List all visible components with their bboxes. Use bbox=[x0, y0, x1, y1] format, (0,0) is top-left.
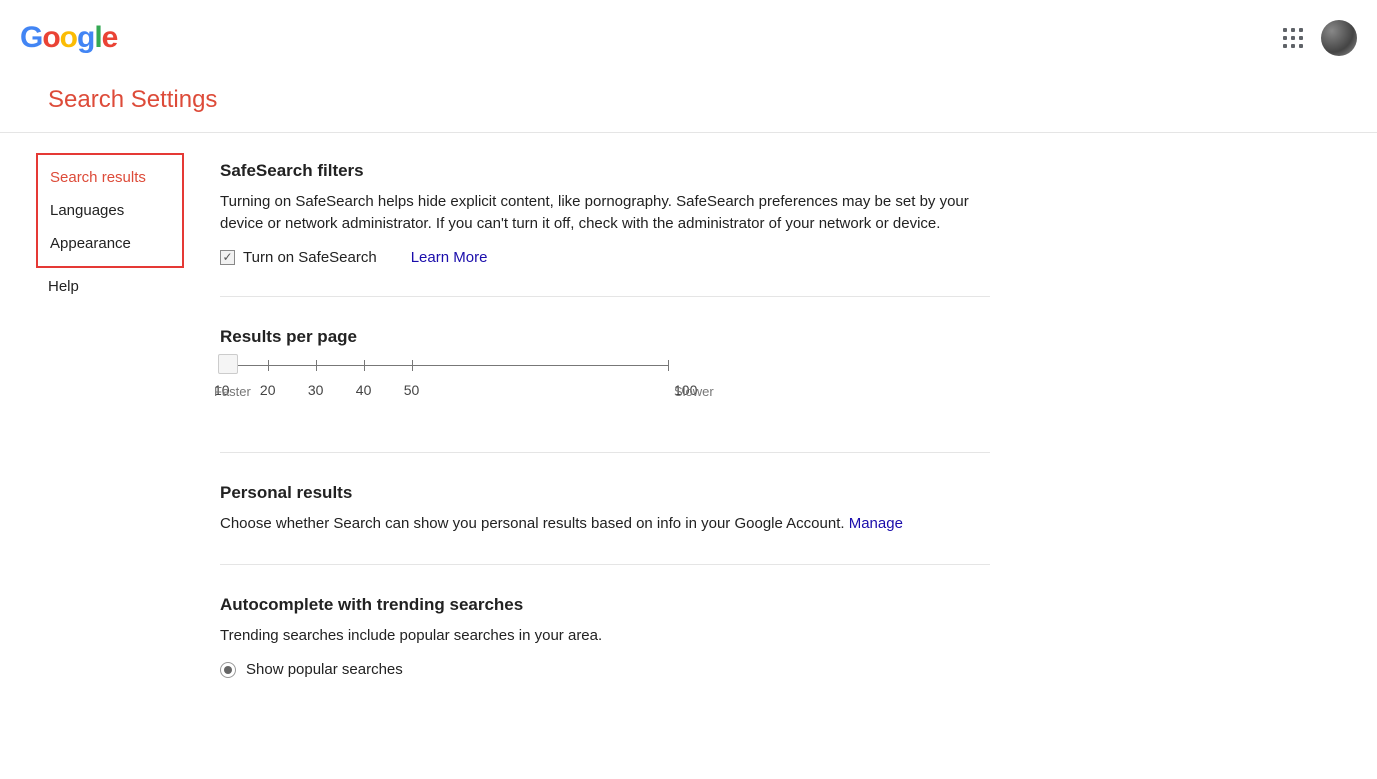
tick-20: 20 bbox=[260, 382, 276, 398]
section-safesearch-title: SafeSearch filters bbox=[220, 161, 990, 181]
tick-30: 30 bbox=[308, 382, 324, 398]
slower-label: Slower bbox=[674, 384, 714, 399]
section-autocomplete-desc: Trending searches include popular search… bbox=[220, 625, 990, 647]
safesearch-checkbox[interactable]: ✓ bbox=[220, 250, 235, 265]
page-title: Search Settings bbox=[0, 56, 1377, 132]
apps-grid-icon[interactable] bbox=[1283, 28, 1303, 48]
results-per-page-slider[interactable]: 10 Faster 20 30 40 50 100 Slower bbox=[220, 365, 668, 422]
section-safesearch-desc: Turning on SafeSearch helps hide explici… bbox=[220, 191, 990, 235]
section-results-title: Results per page bbox=[220, 327, 990, 347]
sidebar-item-help[interactable]: Help bbox=[36, 270, 190, 303]
section-personal-desc: Choose whether Search can show you perso… bbox=[220, 515, 845, 532]
show-popular-radio[interactable] bbox=[220, 662, 236, 678]
section-personal-title: Personal results bbox=[220, 483, 990, 503]
sidebar: Search results Languages Appearance Help bbox=[0, 153, 190, 678]
google-logo[interactable]: Google bbox=[20, 21, 117, 55]
faster-label: Faster bbox=[214, 384, 251, 399]
learn-more-link[interactable]: Learn More bbox=[411, 249, 488, 266]
sidebar-item-search-results[interactable]: Search results bbox=[38, 161, 182, 194]
sidebar-item-appearance[interactable]: Appearance bbox=[38, 227, 182, 260]
avatar[interactable] bbox=[1321, 20, 1357, 56]
safesearch-checkbox-label: Turn on SafeSearch bbox=[243, 249, 377, 266]
manage-link[interactable]: Manage bbox=[849, 515, 903, 532]
sidebar-item-languages[interactable]: Languages bbox=[38, 194, 182, 227]
slider-handle[interactable] bbox=[218, 354, 238, 374]
section-autocomplete-title: Autocomplete with trending searches bbox=[220, 595, 990, 615]
show-popular-label: Show popular searches bbox=[246, 661, 403, 678]
tick-40: 40 bbox=[356, 382, 372, 398]
tick-50: 50 bbox=[404, 382, 420, 398]
